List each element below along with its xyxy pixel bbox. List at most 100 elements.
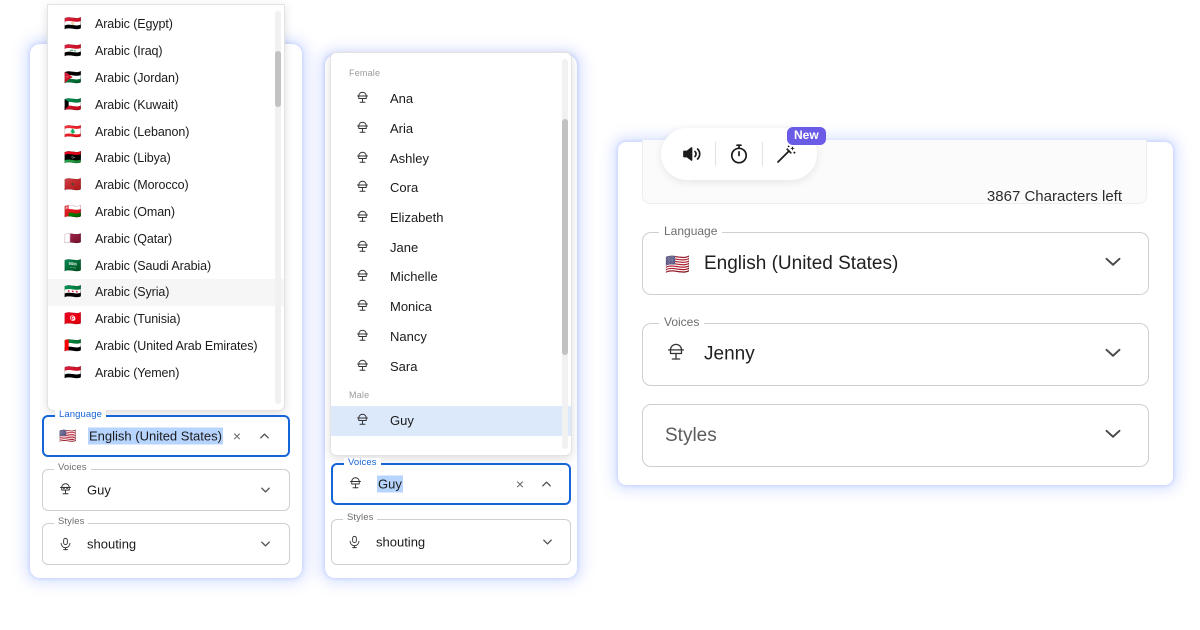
styles-field-value: shouting xyxy=(58,537,136,552)
voices-select-field[interactable]: Voices Guy xyxy=(42,469,290,511)
styles-field-legend: Styles xyxy=(54,517,88,527)
styles-select-field[interactable]: Styles shouting xyxy=(42,523,290,565)
magic-wand-icon[interactable]: New xyxy=(763,131,809,177)
voice-option[interactable]: Nancy xyxy=(331,322,571,352)
voice-person-icon xyxy=(355,269,379,284)
language-option-label: Arabic (Kuwait) xyxy=(95,98,178,112)
chevron-down-icon[interactable] xyxy=(258,483,273,498)
voices-select-field[interactable]: Voices Jenny xyxy=(642,323,1149,386)
editor-toolbar-card: New 3867 Characters left xyxy=(642,140,1147,204)
voice-person-icon xyxy=(58,483,80,498)
voice-person-icon xyxy=(355,413,379,428)
language-option-label: Arabic (Egypt) xyxy=(95,17,173,31)
language-option-label: Arabic (Qatar) xyxy=(95,232,172,246)
voice-person-icon xyxy=(355,91,379,106)
chevron-up-icon[interactable] xyxy=(539,477,554,492)
voice-option-label: Michelle xyxy=(390,269,438,284)
styles-field-text: shouting xyxy=(87,537,136,552)
language-option-label: Arabic (Yemen) xyxy=(95,366,179,380)
language-option[interactable]: 🇰🇼Arabic (Kuwait) xyxy=(48,91,284,118)
voice-option[interactable]: Jane xyxy=(331,232,571,262)
voices-field-value: Guy xyxy=(348,476,403,493)
voice-person-icon xyxy=(348,477,370,492)
voice-person-icon xyxy=(355,359,379,374)
language-option[interactable]: 🇸🇾 Arabic (Syria) xyxy=(48,279,284,306)
language-select-field[interactable]: Language 🇺🇸 English (United States) × xyxy=(42,415,290,457)
voice-option[interactable]: Aria xyxy=(331,114,571,144)
voice-option[interactable]: Sara xyxy=(331,351,571,381)
voice-option[interactable]: Michelle xyxy=(331,262,571,292)
voice-option[interactable]: Elizabeth xyxy=(331,203,571,233)
language-options-scroll-area[interactable]: 🇪🇬Arabic (Egypt)🇮🇶Arabic (Iraq)🇯🇴Arabic … xyxy=(48,5,284,410)
language-select-field[interactable]: Language 🇺🇸 English (United States) xyxy=(642,232,1149,295)
voice-option-label: Elizabeth xyxy=(390,210,443,225)
flag-icon: 🇶🇦 xyxy=(64,232,86,246)
language-option[interactable]: 🇱🇧Arabic (Lebanon) xyxy=(48,118,284,145)
voice-option-label: Ana xyxy=(390,91,413,106)
voices-field-legend: Voices xyxy=(659,316,704,328)
language-option[interactable]: 🇲🇦Arabic (Morocco) xyxy=(48,172,284,199)
clear-voice-button[interactable]: × xyxy=(516,476,524,492)
speaker-volume-icon[interactable] xyxy=(669,131,715,177)
voice-option-label: Aria xyxy=(390,121,413,136)
voices-field-legend: Voices xyxy=(54,463,91,473)
language-option[interactable]: 🇪🇬Arabic (Egypt) xyxy=(48,11,284,38)
language-option[interactable]: 🇴🇲Arabic (Oman) xyxy=(48,199,284,226)
chevron-down-icon[interactable] xyxy=(1100,420,1126,451)
language-option[interactable]: 🇦🇪Arabic (United Arab Emirates) xyxy=(48,333,284,360)
stopwatch-timer-icon[interactable] xyxy=(716,131,762,177)
chevron-down-icon[interactable] xyxy=(1100,248,1126,279)
voice-person-icon xyxy=(355,329,379,344)
chevron-down-icon[interactable] xyxy=(258,537,273,552)
voice-person-icon xyxy=(355,121,379,136)
toolbar-actions-pill: New xyxy=(661,128,817,180)
voice-option[interactable]: Monica xyxy=(331,292,571,322)
voices-field-legend: Voices xyxy=(344,458,381,468)
chevron-down-icon[interactable] xyxy=(540,535,555,550)
styles-field-placeholder: Styles xyxy=(665,425,717,447)
clear-language-button[interactable]: × xyxy=(233,428,241,444)
language-list-scrollbar[interactable] xyxy=(275,11,281,404)
chevron-down-icon[interactable] xyxy=(1100,339,1126,370)
language-field-legend: Language xyxy=(659,225,722,237)
styles-field-legend: Styles xyxy=(343,513,377,523)
chevron-up-icon[interactable] xyxy=(257,429,272,444)
voices-options-scroll-area[interactable]: Female Ana Aria AshleyCora Elizabeth Jane Mich… xyxy=(331,53,571,455)
language-option[interactable]: 🇮🇶Arabic (Iraq) xyxy=(48,38,284,65)
voices-field-value: Guy xyxy=(58,483,111,498)
language-list-scrollbar-thumb[interactable] xyxy=(275,51,281,107)
flag-icon: 🇸🇾 xyxy=(64,285,86,299)
language-option[interactable]: 🇱🇾Arabic (Libya) xyxy=(48,145,284,172)
language-option[interactable]: 🇹🇳Arabic (Tunisia) xyxy=(48,306,284,333)
styles-select-field[interactable]: Styles xyxy=(642,404,1149,467)
voice-option[interactable]: Guy xyxy=(331,406,571,436)
voices-list-scrollbar[interactable] xyxy=(562,59,568,449)
language-option[interactable]: 🇸🇦Arabic (Saudi Arabia) xyxy=(48,252,284,279)
styles-select-field[interactable]: Styles shouting xyxy=(331,519,571,565)
language-option-label: Arabic (Libya) xyxy=(95,151,171,165)
characters-left-counter: 3867 Characters left xyxy=(987,188,1122,205)
language-option[interactable]: 🇾🇪Arabic (Yemen) xyxy=(48,359,284,386)
flag-icon: 🇴🇲 xyxy=(64,205,86,219)
voice-person-icon xyxy=(355,299,379,314)
voice-option[interactable]: Ana xyxy=(331,84,571,114)
language-options-listbox[interactable]: 🇪🇬Arabic (Egypt)🇮🇶Arabic (Iraq)🇯🇴Arabic … xyxy=(47,4,285,411)
voices-options-listbox[interactable]: Female Ana Aria AshleyCora Elizabeth Jane Mich… xyxy=(330,52,572,456)
voice-person-icon xyxy=(665,342,695,367)
voices-group-label: Female xyxy=(331,59,571,84)
language-option[interactable]: 🇶🇦 Arabic (Qatar) xyxy=(48,225,284,252)
language-option-label: Arabic (Syria) xyxy=(95,285,169,299)
voices-select-field[interactable]: Voices Guy × xyxy=(331,463,571,505)
flag-icon: 🇦🇪 xyxy=(64,339,86,353)
language-option[interactable]: 🇯🇴Arabic (Jordan) xyxy=(48,65,284,92)
voice-person-icon xyxy=(355,180,379,195)
voices-field-text: Guy xyxy=(87,483,111,498)
voice-person-icon xyxy=(355,210,379,225)
tts-settings-panel: New 3867 Characters left Language 🇺🇸 Eng… xyxy=(618,142,1173,485)
voice-option[interactable]: Cora xyxy=(331,173,571,203)
flag-icon: 🇺🇸 xyxy=(59,429,81,443)
voice-option[interactable]: Ashley xyxy=(331,143,571,173)
voices-list-scrollbar-thumb[interactable] xyxy=(562,119,568,355)
language-field-legend: Language xyxy=(55,410,106,420)
voices-field-text: Guy xyxy=(377,476,403,493)
